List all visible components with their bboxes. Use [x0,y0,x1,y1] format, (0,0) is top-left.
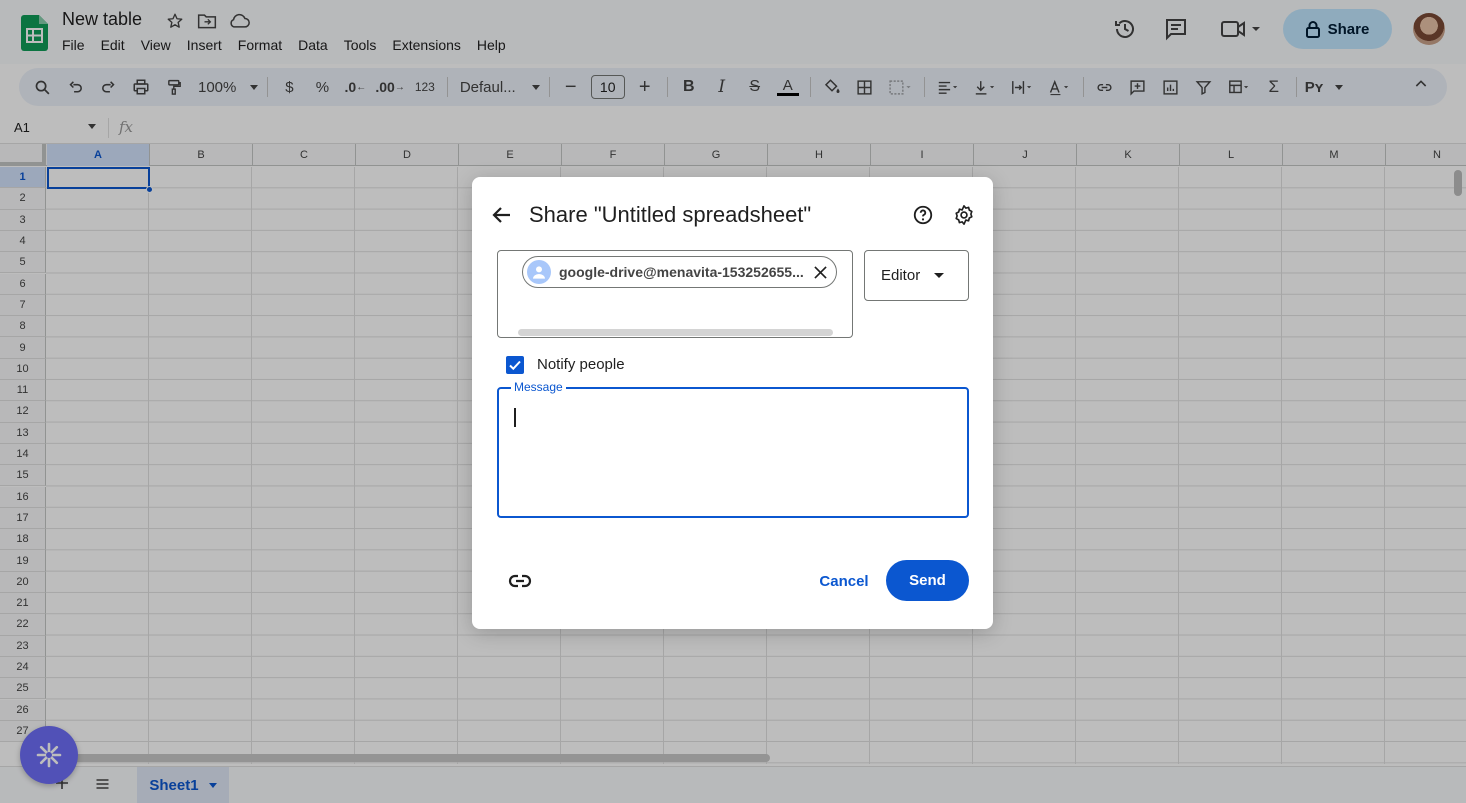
recipients-scrollbar[interactable] [518,329,833,336]
message-textarea[interactable]: Message [497,380,969,518]
chevron-down-icon [934,273,944,278]
recipient-email: google-drive@menavita-153252655... [559,264,804,280]
remove-recipient-close-icon[interactable] [810,262,830,282]
dialog-title: Share "Untitled spreadsheet" [529,202,812,227]
recipient-chip[interactable]: google-drive@menavita-153252655... [522,256,837,288]
message-label: Message [511,380,566,394]
role-value: Editor [881,267,921,284]
back-arrow-icon[interactable] [490,203,514,227]
recipients-input[interactable]: google-drive@menavita-153252655... [497,250,853,338]
cancel-button[interactable]: Cancel [802,561,886,601]
checkmark-icon [509,360,521,371]
notify-people-checkbox[interactable] [506,356,524,374]
copy-link-icon[interactable] [508,569,532,598]
settings-gear-icon[interactable] [953,204,975,231]
text-cursor [514,408,516,427]
role-select[interactable]: Editor [864,250,969,301]
help-icon[interactable] [912,204,934,231]
share-dialog: Share "Untitled spreadsheet" google-driv… [472,177,993,629]
person-avatar-icon [527,260,551,284]
notify-people-label[interactable]: Notify people [537,356,625,373]
send-button[interactable]: Send [886,560,969,601]
